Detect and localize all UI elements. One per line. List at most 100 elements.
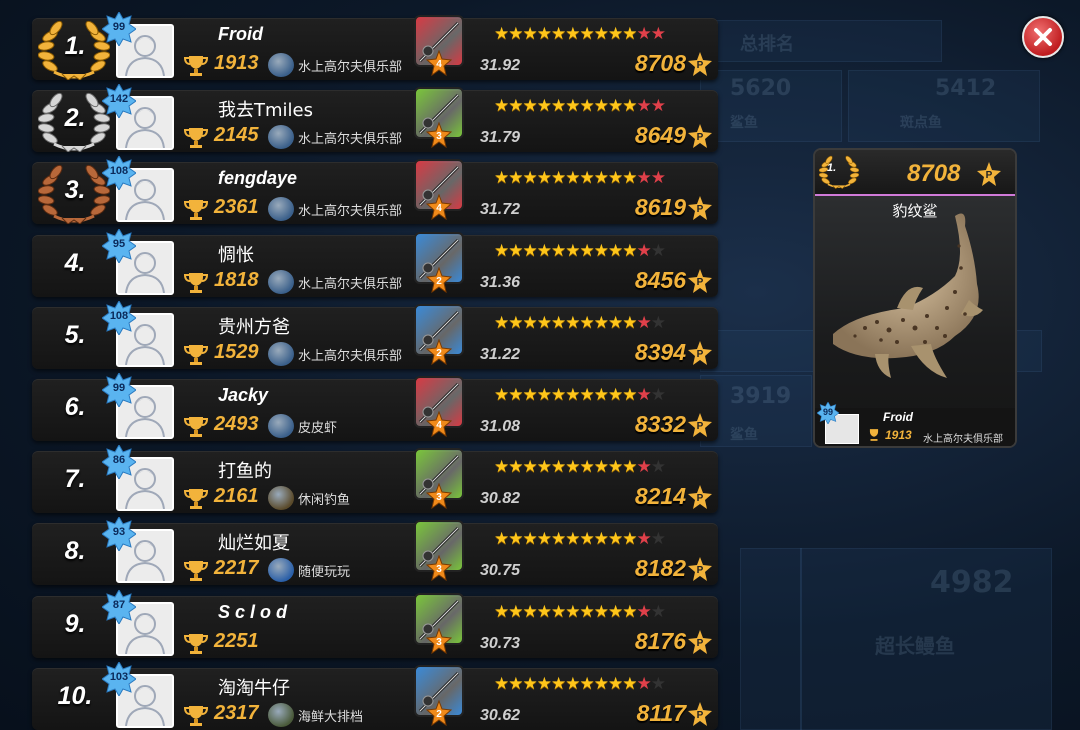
leaderboard-row-8[interactable]: 8. 93 灿烂如夏 2217 随便玩玩 3 ★★★★★★★★★★★★ 30.7… bbox=[32, 516, 718, 586]
star-full-icon: ★ bbox=[494, 24, 509, 44]
svg-text:3: 3 bbox=[436, 492, 442, 503]
club-name: 水上高尔夫俱乐部 bbox=[298, 348, 403, 364]
trophy-icon bbox=[184, 200, 208, 221]
leaderboard-row-10[interactable]: 10. 103 淘淘牛仔 2317 海鲜大排档 2 ★★★★★★★★★★★★ 3… bbox=[32, 660, 718, 730]
level-badge: 99 bbox=[101, 10, 137, 48]
leaderboard-row-7[interactable]: 7. 86 打鱼的 2161 休闲钓鱼 3 ★★★★★★★★★★★★ 30.82… bbox=[32, 444, 718, 514]
leaderboard-row-4[interactable]: 4. 95 惆怅 1818 水上高尔夫俱乐部 2 ★★★★★★★★★★★★ 31… bbox=[32, 227, 718, 297]
close-button[interactable] bbox=[1022, 16, 1064, 58]
svg-text:P: P bbox=[697, 565, 704, 576]
level-number: 93 bbox=[112, 526, 126, 539]
star-full-icon: ★ bbox=[536, 457, 552, 478]
club-emblem-icon bbox=[268, 53, 294, 77]
level-number: 108 bbox=[109, 309, 129, 322]
level-badge: 103 bbox=[101, 660, 137, 697]
trophy-count: 2317 bbox=[214, 701, 259, 724]
star-rating: ★★★★★★★★★★★★ bbox=[494, 240, 666, 261]
leaderboard-row-3[interactable]: 3. 108 fengdaye 2361 水上高尔夫俱乐部 4 ★★★★★★★★… bbox=[32, 155, 718, 225]
star-full-icon: ★ bbox=[536, 529, 552, 550]
club-name: 水上高尔夫俱乐部 bbox=[298, 60, 403, 75]
star-full-icon: ★ bbox=[579, 601, 595, 622]
level-badge: 108 bbox=[101, 299, 137, 336]
star-full-icon: ★ bbox=[551, 601, 566, 622]
star-full-icon: ★ bbox=[579, 24, 595, 44]
star-full-icon: ★ bbox=[593, 529, 609, 550]
star-full-icon: ★ bbox=[608, 673, 623, 694]
star-rating: ★★★★★★★★★★★★ bbox=[494, 601, 666, 622]
player-name: 惆怅 bbox=[218, 244, 254, 266]
player-name: 贵州方爸 bbox=[218, 316, 290, 338]
fish-weight: 31.92 bbox=[480, 57, 521, 74]
star-full-icon: ★ bbox=[579, 240, 595, 261]
card-player-name: Froid bbox=[883, 410, 913, 424]
star-full-icon: ★ bbox=[508, 240, 523, 261]
star-full-icon: ★ bbox=[593, 457, 609, 478]
star-full-icon: ★ bbox=[593, 385, 609, 405]
fish-weight: 30.75 bbox=[480, 562, 521, 580]
star-full-icon: ★ bbox=[551, 673, 566, 694]
star-full-icon: ★ bbox=[608, 24, 623, 44]
bg-label-2: 斑点鱼 bbox=[900, 115, 942, 131]
level-number: 99 bbox=[112, 382, 126, 394]
leaderboard-row-2[interactable]: 2. 142 我去Tmiles 2145 水上高尔夫俱乐部 3 ★★★★★★★★… bbox=[32, 83, 718, 153]
bg-panel-6 bbox=[740, 548, 802, 730]
star-empty-icon: ★ bbox=[650, 601, 666, 622]
level-number: 87 bbox=[112, 598, 126, 611]
star-full-icon: ★ bbox=[579, 385, 595, 405]
star-full-icon: ★ bbox=[608, 312, 623, 333]
star-empty-icon: ★ bbox=[650, 312, 666, 333]
leaderboard-row-9[interactable]: 9. 87 S c l o d 2251 3 ★★★★★★★★★★★★ 30.7… bbox=[32, 588, 718, 658]
star-full-icon: ★ bbox=[522, 385, 538, 405]
leaderboard-row-5[interactable]: 5. 108 贵州方爸 1529 水上高尔夫俱乐部 2 ★★★★★★★★★★★★… bbox=[32, 299, 718, 369]
rod-level-star-icon: 3 bbox=[426, 483, 452, 510]
level-badge: 142 bbox=[101, 83, 137, 120]
svg-text:4: 4 bbox=[436, 203, 442, 214]
star-full-icon: ★ bbox=[508, 673, 523, 694]
star-full-icon: ★ bbox=[508, 96, 523, 117]
trophy-count: 2145 bbox=[214, 124, 259, 147]
player-name: 我去Tmiles bbox=[218, 100, 313, 122]
star-full-icon: ★ bbox=[565, 457, 580, 478]
player-name: 打鱼的 bbox=[218, 461, 272, 483]
star-full-icon: ★ bbox=[551, 312, 566, 333]
star-full-icon: ★ bbox=[551, 24, 566, 44]
svg-text:4: 4 bbox=[436, 59, 442, 70]
trophy-count: 2493 bbox=[214, 413, 259, 435]
star-full-icon: ★ bbox=[608, 96, 623, 117]
trophy-count: 1529 bbox=[214, 340, 259, 363]
star-rating: ★★★★★★★★★★★★ bbox=[494, 96, 666, 117]
star-full-icon: ★ bbox=[579, 168, 595, 189]
star-red-icon: ★ bbox=[650, 24, 666, 44]
points-value: 8456 bbox=[634, 266, 686, 293]
club-name: 随便玩玩 bbox=[298, 565, 351, 581]
leaderboard-row-6[interactable]: 6. 99 Jacky 2493 皮皮虾 4 ★★★★★★★★★★★★ 31.0… bbox=[32, 371, 718, 441]
svg-text:P: P bbox=[697, 132, 704, 143]
star-full-icon: ★ bbox=[565, 96, 580, 117]
player-name: S c l o d bbox=[218, 601, 288, 622]
player-name: 淘淘牛仔 bbox=[218, 677, 290, 699]
close-icon bbox=[1034, 28, 1052, 46]
player-name: Froid bbox=[218, 24, 263, 44]
level-number: 142 bbox=[109, 93, 129, 106]
star-rating: ★★★★★★★★★★★★ bbox=[494, 168, 666, 189]
svg-text:4: 4 bbox=[436, 420, 442, 431]
fish-weight: 31.72 bbox=[480, 201, 521, 219]
leaderboard-row-1[interactable]: 1. 99 Froid 1913 水上高尔夫俱乐部 4 ★★★★★★★★★★★★… bbox=[32, 10, 718, 80]
svg-text:P: P bbox=[697, 60, 704, 71]
star-full-icon: ★ bbox=[508, 601, 523, 622]
points-value: 8117 bbox=[636, 699, 686, 726]
fish-weight: 30.62 bbox=[480, 706, 521, 724]
star-full-icon: ★ bbox=[579, 457, 595, 478]
star-full-icon: ★ bbox=[579, 312, 595, 333]
club-emblem-icon bbox=[268, 414, 294, 438]
star-full-icon: ★ bbox=[608, 385, 623, 405]
star-full-icon: ★ bbox=[536, 240, 552, 261]
club-emblem-icon bbox=[268, 197, 294, 222]
level-number: 108 bbox=[109, 165, 129, 178]
star-full-icon: ★ bbox=[536, 312, 552, 333]
star-full-icon: ★ bbox=[622, 24, 637, 44]
catch-card[interactable]: 1. 8708 P 豹纹鲨 99 Froid 1913 水上高尔夫俱乐部 bbox=[813, 148, 1017, 448]
rod-level-star-icon: 2 bbox=[426, 699, 452, 726]
trophy-count: 1913 bbox=[214, 52, 259, 74]
svg-text:P: P bbox=[697, 349, 704, 360]
